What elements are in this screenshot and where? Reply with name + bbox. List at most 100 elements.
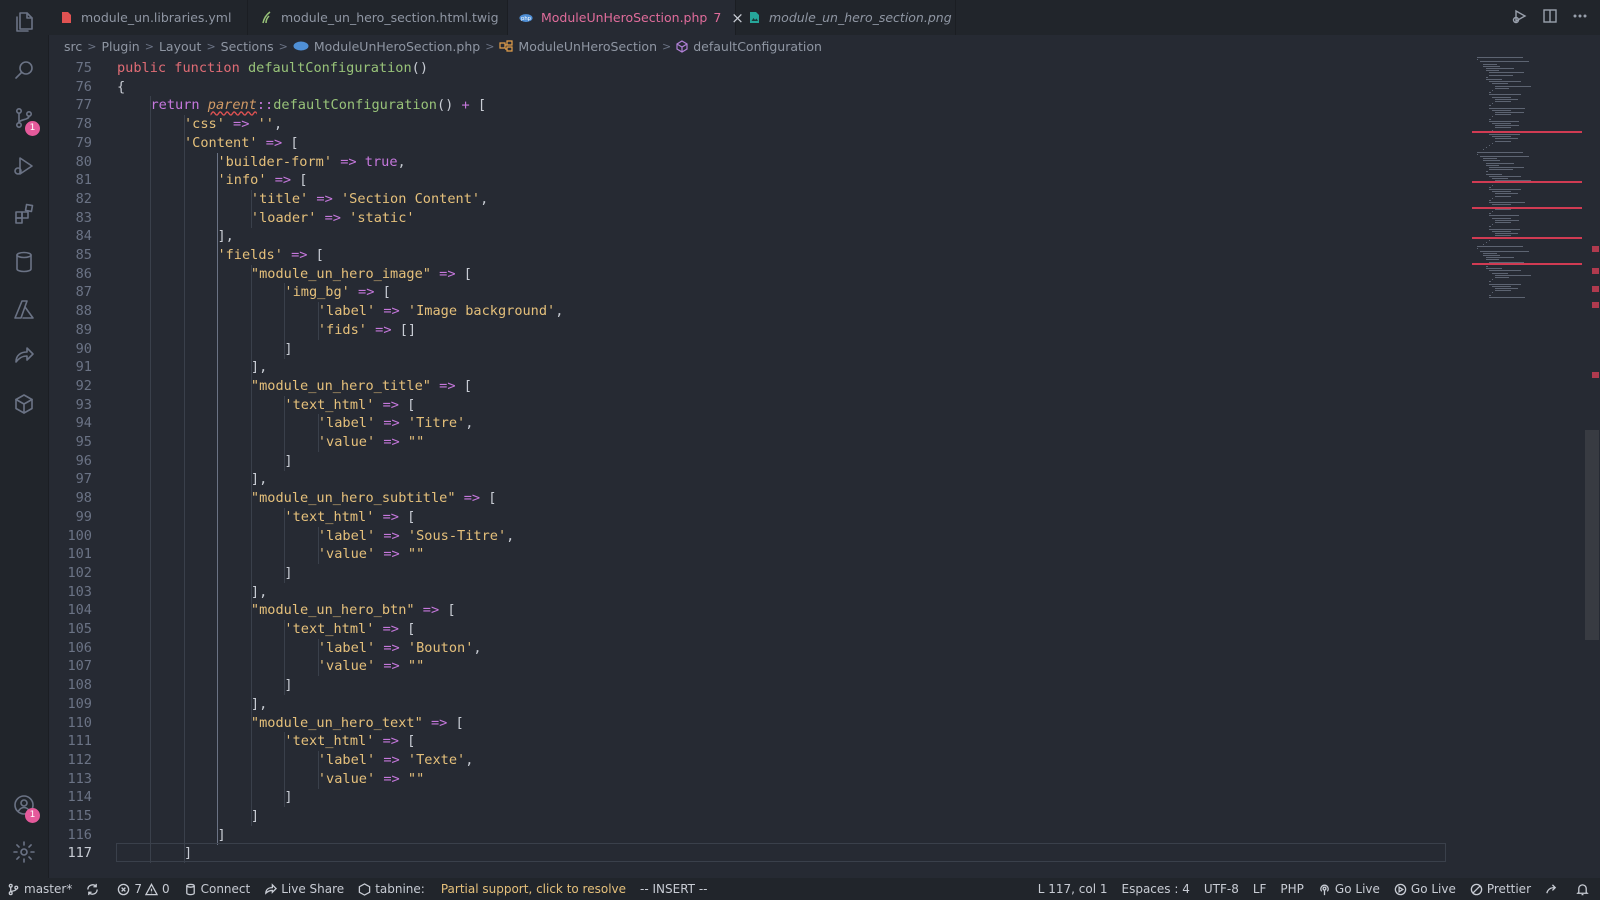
problems-status[interactable]: 7 0 (110, 878, 176, 900)
code-token: [ (299, 172, 308, 189)
code-line[interactable]: 101 'value' => "" (48, 545, 1468, 565)
code-line[interactable]: 108] (48, 676, 1468, 696)
code-line[interactable]: 80 'builder-form' => true, (48, 152, 1468, 172)
minimap-line (1489, 134, 1521, 135)
branch-status[interactable]: master* (0, 878, 79, 900)
indent-guide (150, 713, 152, 733)
code-line[interactable]: 83 'loader' => 'static' (48, 208, 1468, 228)
sync-icon[interactable] (79, 878, 110, 900)
code-token: 'text_html' (284, 396, 375, 413)
code-line[interactable]: 87 'img_bg' => [ (48, 283, 1468, 303)
minimap-line (1489, 189, 1522, 190)
code-line[interactable]: 112 'label' => 'Texte', (48, 750, 1468, 770)
code-line[interactable]: 75 public function defaultConfiguration() (48, 59, 1468, 78)
code-line[interactable]: 76 { (48, 78, 1468, 97)
code-line[interactable]: 90] (48, 339, 1468, 359)
code-line[interactable]: 107 'value' => "" (48, 657, 1468, 677)
code-line[interactable]: 79 'Content' => [ (48, 133, 1468, 153)
tab-hero-twig[interactable]: module_un_hero_section.html.twig (248, 0, 508, 35)
code-line[interactable]: 100 'label' => 'Sous-Titre', (48, 526, 1468, 546)
source-control-icon[interactable]: 1 (0, 96, 48, 140)
container-icon[interactable] (0, 382, 48, 426)
language-mode[interactable]: PHP (1273, 878, 1311, 900)
tab-libraries-yml[interactable]: module_un.libraries.yml (48, 0, 248, 35)
code-line[interactable]: 98 "module_un_hero_subtitle" => [ (48, 489, 1468, 509)
code-line[interactable]: 82 'title' => 'Section Content', (48, 189, 1468, 209)
encoding[interactable]: UTF-8 (1197, 878, 1246, 900)
code-line[interactable]: 78 'css' => '', (48, 115, 1468, 135)
code-editor[interactable]: 75 public function defaultConfiguration()… (48, 57, 1468, 878)
code-line[interactable]: 106 'label' => 'Bouton', (48, 638, 1468, 658)
feedback-icon[interactable] (1538, 878, 1569, 900)
extensions-icon[interactable] (0, 192, 48, 236)
settings-gear-icon[interactable] (0, 830, 48, 874)
code-line[interactable]: 95 'value' => "" (48, 433, 1468, 452)
run-debug-icon[interactable] (0, 144, 48, 188)
code-line[interactable]: 105 'text_html' => [ (48, 620, 1468, 639)
code-line[interactable]: 85 'fields' => [ (48, 246, 1468, 265)
breadcrumb-plugin[interactable]: Plugin (101, 39, 139, 54)
breadcrumb-sections[interactable]: Sections (221, 39, 274, 54)
code-line[interactable]: 96] (48, 451, 1468, 471)
code-line[interactable]: 110 "module_un_hero_text" => [ (48, 713, 1468, 733)
code-line[interactable]: 116] (48, 825, 1468, 845)
code-token: 'Sous-Titre' (407, 527, 507, 544)
code-line[interactable]: 89 'fids' => [] (48, 320, 1468, 340)
minimap-line (1495, 274, 1531, 276)
go-live-button[interactable]: Go Live (1311, 878, 1387, 900)
code-line[interactable]: 111 'text_html' => [ (48, 732, 1468, 752)
tab-module-un-hero-section-php[interactable]: php ModuleUnHeroSection.php 7 × (508, 0, 744, 35)
cursor-position[interactable]: L 117, col 1 (1031, 878, 1115, 900)
split-editor-icon[interactable] (1542, 8, 1558, 28)
code-line[interactable]: 84], (48, 227, 1468, 247)
code-line[interactable]: 93 'text_html' => [ (48, 395, 1468, 415)
database-icon[interactable] (0, 240, 48, 284)
run-file-icon[interactable] (1512, 8, 1528, 28)
code-line[interactable]: 104 "module_un_hero_btn" => [ (48, 601, 1468, 621)
minimap[interactable] (1470, 57, 1592, 878)
editor-scrollbar[interactable] (1585, 430, 1599, 640)
code-line[interactable]: 97], (48, 470, 1468, 490)
code-line[interactable]: 114] (48, 788, 1468, 808)
code-line[interactable]: 77 return parent::defaultConfiguration() … (48, 96, 1468, 116)
connect-status[interactable]: Connect (177, 878, 258, 900)
live-share-status[interactable]: Live Share (257, 878, 351, 900)
code-line[interactable]: 103], (48, 582, 1468, 602)
code-line[interactable]: 92 "module_un_hero_title" => [ (48, 376, 1468, 396)
code-token: => (374, 621, 408, 637)
breadcrumb-class[interactable]: ModuleUnHeroSection (499, 39, 657, 54)
indentation[interactable]: Espaces : 4 (1115, 878, 1197, 900)
end-of-line[interactable]: LF (1246, 878, 1274, 900)
code-line[interactable]: 86 "module_un_hero_image" => [ (48, 264, 1468, 284)
breadcrumb-src[interactable]: src (64, 39, 82, 54)
explorer-icon[interactable] (0, 0, 48, 44)
code-line[interactable]: 88 'label' => 'Image background', (48, 302, 1468, 322)
prettier-status[interactable]: Prettier (1463, 878, 1538, 900)
code-line[interactable]: 94 'label' => 'Titre', (48, 414, 1468, 434)
code-line[interactable]: 117] (48, 843, 1468, 864)
live-share-icon[interactable] (0, 334, 48, 378)
breadcrumb-layout[interactable]: Layout (159, 39, 202, 54)
code-token: => (455, 490, 489, 507)
code-line[interactable]: 102] (48, 563, 1468, 583)
breadcrumb-file[interactable]: ModuleUnHeroSection.php (293, 39, 480, 54)
code-line[interactable]: 109], (48, 694, 1468, 714)
code-token: 'Image background' (407, 303, 556, 320)
code-line[interactable]: 113 'value' => "" (48, 769, 1468, 789)
accounts-icon[interactable]: 1 (0, 783, 48, 827)
tab-hero-png[interactable]: module_un_hero_section.png (736, 0, 956, 35)
indent-guide (183, 227, 185, 247)
code-line[interactable]: 91], (48, 358, 1468, 378)
tabnine-status[interactable]: tabnine: Partial support, click to resol… (351, 878, 633, 900)
code-line[interactable]: 115] (48, 807, 1468, 826)
go-live-button-2[interactable]: Go Live (1387, 878, 1463, 900)
azure-icon[interactable] (0, 288, 48, 332)
code-token: 'text_html' (284, 621, 375, 637)
breadcrumb-method[interactable]: defaultConfiguration (676, 39, 822, 54)
more-actions-icon[interactable] (1572, 8, 1588, 28)
code-line[interactable]: 99 'text_html' => [ (48, 507, 1468, 527)
code-line[interactable]: 81 'info' => [ (48, 171, 1468, 191)
notifications-bell-icon[interactable] (1569, 878, 1600, 900)
code-token: , (506, 527, 515, 544)
search-icon[interactable] (0, 48, 48, 92)
